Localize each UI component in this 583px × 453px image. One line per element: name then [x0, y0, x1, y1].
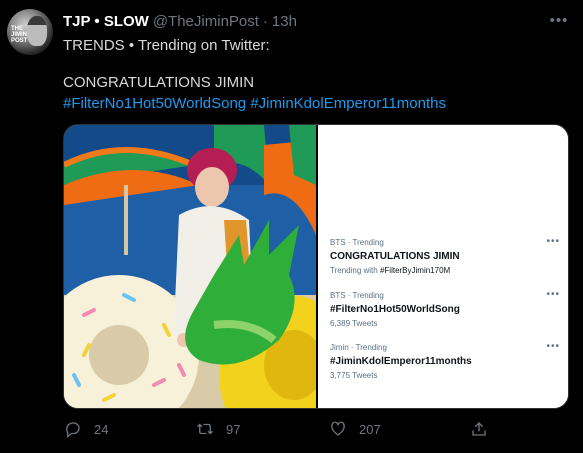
hashtag-link[interactable]: #FilterNo1Hot50WorldSong: [63, 95, 246, 112]
tweet[interactable]: THE JIMIN POST TJP • SLOW @TheJiminPost …: [0, 0, 583, 453]
photo[interactable]: [64, 125, 316, 408]
tweet-text-line: TRENDS • Trending on Twitter:: [63, 37, 270, 54]
separator: ·: [262, 12, 268, 30]
retweet-icon: [197, 423, 213, 435]
hashtag-link[interactable]: #JiminKdolEmperor11months: [250, 95, 446, 112]
author-name[interactable]: TJP • SLOW: [63, 13, 149, 30]
retweet-button[interactable]: 97: [196, 420, 240, 438]
share-button[interactable]: [470, 420, 488, 438]
trend-sub: 6,389 Tweets: [330, 319, 378, 328]
trend-meta: Jimin · Trending: [330, 343, 387, 352]
avatar-face: [27, 16, 47, 46]
trend-name: #JiminKdolEmperor11months: [330, 356, 472, 367]
like-count: 207: [359, 421, 381, 437]
trend-sub-tag: #FilterByJimin170M: [379, 266, 451, 275]
share-icon: [472, 422, 486, 436]
reply-button[interactable]: 24: [64, 420, 108, 438]
avatar[interactable]: THE JIMIN POST: [7, 9, 53, 55]
more-options-icon[interactable]: •••: [546, 236, 560, 247]
tweet-text-line: CONGRATULATIONS JIMIN: [63, 74, 255, 91]
retweet-count: 97: [226, 421, 241, 437]
trend-sub: 3,775 Tweets: [330, 371, 378, 380]
tweet-header: TJP • SLOW @TheJiminPost · 13h: [63, 11, 297, 31]
hashtags-line: #FilterNo1Hot50WorldSong #JiminKdolEmper…: [63, 95, 446, 112]
trend-meta: BTS · Trending: [330, 291, 384, 300]
trend-name: #FilterNo1Hot50WorldSong: [330, 304, 460, 315]
timestamp[interactable]: 13h: [272, 13, 297, 30]
trend-item[interactable]: BTS · Trending CONGRATULATIONS JIMIN Tre…: [330, 236, 560, 276]
trend-item[interactable]: Jimin · Trending #JiminKdolEmperor11mont…: [330, 341, 560, 381]
trend-sub: Trending with #FilterByJimin170M: [330, 266, 560, 276]
more-options-icon[interactable]: •••: [546, 341, 560, 352]
reply-icon: [66, 422, 80, 438]
like-button[interactable]: 207: [329, 420, 381, 438]
trend-item[interactable]: BTS · Trending #FilterNo1Hot50WorldSong …: [330, 289, 560, 329]
more-options-icon[interactable]: •••: [548, 11, 570, 29]
like-icon: [331, 421, 345, 436]
more-options-icon[interactable]: •••: [546, 289, 560, 300]
avatar-text: THE JIMIN POST: [11, 26, 28, 44]
beach-photo-illustration: [64, 125, 316, 408]
trends-screenshot[interactable]: BTS · Trending CONGRATULATIONS JIMIN Tre…: [318, 125, 568, 408]
author-handle[interactable]: @TheJiminPost: [153, 13, 259, 30]
action-bar: 24 97 207: [0, 420, 583, 442]
reply-count: 24: [94, 421, 109, 437]
trend-name: CONGRATULATIONS JIMIN: [330, 251, 460, 262]
trend-sub-prefix: Trending with: [330, 266, 380, 275]
media-attachment[interactable]: BTS · Trending CONGRATULATIONS JIMIN Tre…: [63, 124, 569, 409]
trend-meta: BTS · Trending: [330, 238, 384, 247]
